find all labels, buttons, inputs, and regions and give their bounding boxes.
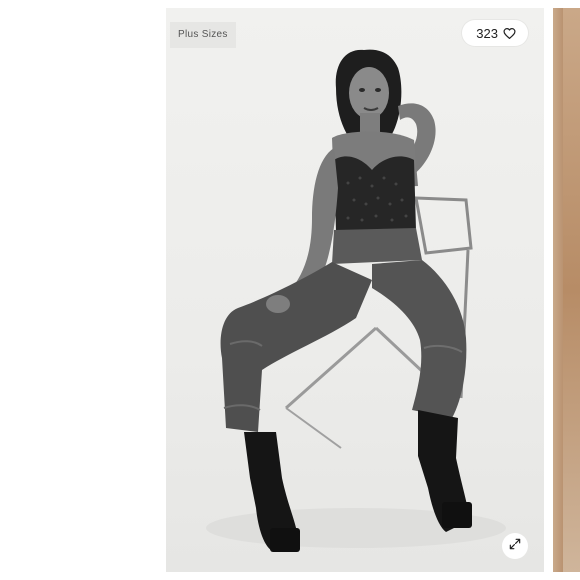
heart-outline-icon (503, 27, 516, 40)
category-tag[interactable]: Plus Sizes (170, 22, 236, 48)
next-product-card-peek[interactable] (553, 8, 580, 572)
model-photo[interactable] (166, 8, 544, 572)
product-card[interactable]: Plus Sizes 323 (166, 8, 544, 572)
next-card-photo (563, 8, 580, 572)
expand-arrows-icon (508, 537, 522, 556)
gallery-stage: Plus Sizes 323 (0, 0, 580, 580)
like-button[interactable]: 323 (462, 20, 528, 46)
expand-button[interactable] (502, 533, 528, 559)
category-tag-label: Plus Sizes (178, 29, 228, 40)
likes-count: 323 (476, 25, 498, 41)
